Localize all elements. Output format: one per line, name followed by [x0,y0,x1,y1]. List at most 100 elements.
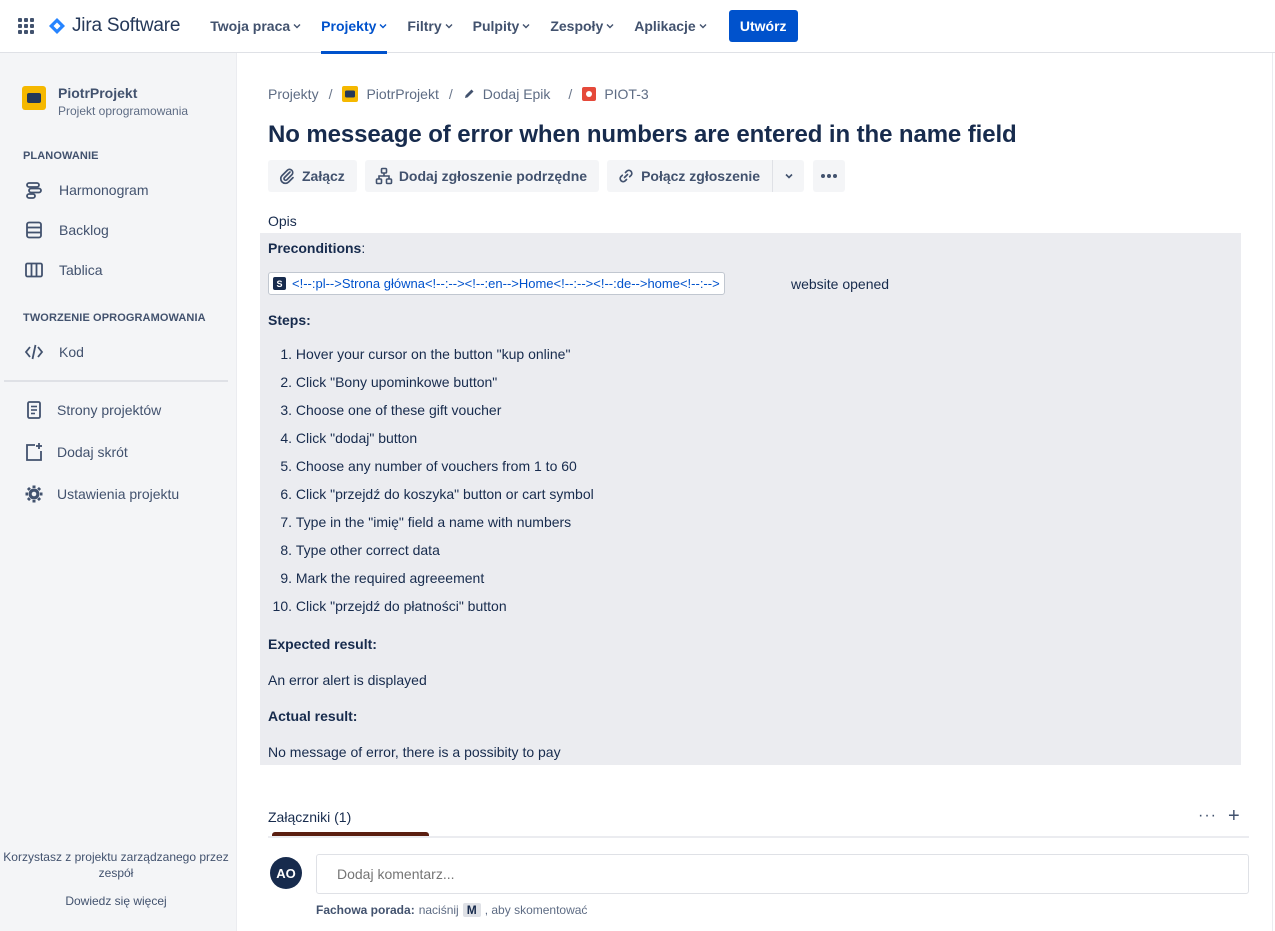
add-attachment-icon[interactable]: + [1228,805,1240,828]
sidebar-item-board[interactable]: Tablica [23,259,103,281]
paperclip-icon [278,167,296,185]
create-button[interactable]: Utwórz [728,10,798,42]
section-dev-heading: TWORZENIE OPROGRAMOWANIA [23,312,206,324]
issue-actions: Załącz Dodaj zgłoszenie podrzędne Połącz… [268,160,853,192]
comment-input[interactable] [316,854,1249,894]
actual-result-heading: Actual result: [268,708,357,724]
pages-icon [23,399,45,421]
step-text: Choose any number of vouchers from 1 to … [295,458,577,474]
breadcrumb-projects[interactable]: Projekty [268,86,319,102]
sidebar-item-project-pages[interactable]: Strony projektów [23,399,161,421]
sidebar-item-roadmap[interactable]: Harmonogram [23,179,148,201]
chevron-down-icon [606,24,614,29]
sidebar-item-code[interactable]: Kod [23,341,84,363]
attach-button[interactable]: Załącz [268,160,357,192]
pro-tip-text: naciśnij [418,903,459,917]
chevron-down-icon [379,24,387,29]
attachment-thumbnail[interactable] [272,832,429,836]
roadmap-icon [23,179,45,201]
smart-link[interactable]: S <!--:pl-->Strona główna<!--:--><!--:en… [268,272,725,295]
nav-projects[interactable]: Projekty [311,0,397,54]
nav-your-work[interactable]: Twoja praca [200,0,311,53]
step-text: Choose one of these gift voucher [295,402,502,418]
jira-logo[interactable]: Jira Software [48,15,180,37]
nav-teams[interactable]: Zespoły [540,0,624,53]
step-number: 2. [280,374,292,390]
breadcrumb-separator: / [568,86,573,102]
project-avatar-icon [342,86,359,102]
issue-title[interactable]: No messeage of error when numbers are en… [268,121,1017,149]
pro-tip-label: Fachowa porada: [316,903,415,917]
chevron-down-icon [522,24,530,29]
preconditions-heading: Preconditions: [268,240,365,256]
more-actions-button[interactable] [813,160,846,192]
step-number: 3. [280,402,292,418]
project-type: Projekt oprogramowania [58,104,189,118]
nav-filters[interactable]: Filtry [397,0,462,53]
step-number: 9. [280,570,292,586]
add-child-issue-button[interactable]: Dodaj zgłoszenie podrzędne [364,160,600,192]
chevron-down-icon [445,24,453,29]
nav-label: Aplikacje [634,18,696,34]
nav-apps[interactable]: Aplikacje [624,0,716,53]
team-managed-note-line: Korzystasz z projektu zarządzanego przez [3,850,229,864]
step-text: Mark the required agreeement [295,570,485,586]
sidebar-item-project-settings[interactable]: Ustawienia projektu [23,483,179,505]
step-text: Click "przejdź do płatności" button [295,598,507,614]
chevron-down-icon [785,173,793,179]
preconditions-label: Preconditions [268,240,362,256]
description-label: Opis [268,213,297,229]
project-sidebar: PiotrProjekt Projekt oprogramowania PLAN… [0,53,237,931]
breadcrumb-project[interactable]: PiotrProjekt [366,86,438,102]
team-managed-note-line: zespół [98,866,134,880]
nav-label: Twoja praca [210,18,291,34]
gear-icon [23,483,45,505]
nav-label: Pulpity [472,18,520,34]
chevron-down-icon [293,24,301,29]
pro-tip: Fachowa porada: naciśnij M , aby skoment… [316,903,587,917]
learn-more-link[interactable]: Dowiedz się więcej [0,893,232,909]
description-body[interactable]: Preconditions: S <!--:pl-->Strona główna… [260,233,1241,765]
product-name: Jira Software [72,15,181,36]
top-navigation: Jira Software Twoja praca Projekty Filtr… [0,0,1275,54]
bug-icon [582,87,597,101]
steps-label: Steps: [268,312,311,328]
expected-result-text: An error alert is displayed [268,672,427,688]
code-icon [23,341,45,363]
list-item: 8. Type other correct data [268,542,594,570]
sidebar-item-label: Ustawienia projektu [57,486,180,502]
more-icon [821,174,838,178]
sidebar-item-add-shortcut[interactable]: Dodaj skrót [23,441,128,463]
step-text: Type other correct data [295,542,440,558]
preconditions-text: website opened [791,276,890,292]
project-avatar [22,86,46,110]
team-managed-note: Korzystasz z projektu zarządzanego przez… [0,849,232,881]
list-item: 2. Click "Bony upominkowe button" [268,374,594,402]
step-text: Hover your cursor on the button "kup onl… [295,346,571,362]
step-text: Click "dodaj" button [295,430,418,446]
project-name: PiotrProjekt [58,85,138,101]
actual-result-text: No message of error, there is a possibit… [268,744,561,760]
step-number: 10. [272,598,292,614]
project-header[interactable]: PiotrProjekt Projekt oprogramowania [22,85,189,118]
add-child-issue-label: Dodaj zgłoszenie podrzędne [398,168,588,184]
list-item: 3. Choose one of these gift voucher [268,402,594,430]
step-text: Type in the "imię" field a name with num… [295,514,572,530]
link-issue-dropdown[interactable] [772,160,805,192]
breadcrumb-epic[interactable]: Dodaj Epik [483,86,551,102]
sidebar-item-label: Harmonogram [59,182,149,198]
breadcrumb-issue[interactable]: PIOT-3 [604,86,648,102]
sidebar-divider [4,380,228,382]
board-icon [23,259,45,281]
attachments-more-icon[interactable]: ··· [1198,807,1217,825]
list-item: 6. Click "przejdź do koszyka" button or … [268,486,594,514]
sidebar-item-label: Tablica [59,262,103,278]
attach-button-label: Załącz [302,168,345,184]
sidebar-item-backlog[interactable]: Backlog [23,219,109,241]
step-number: 5. [280,458,292,474]
shortcut-key: M [462,903,481,917]
link-issue-button[interactable]: Połącz zgłoszenie [607,160,773,192]
app-switcher-icon[interactable] [18,18,34,34]
nav-dashboards[interactable]: Pulpity [463,0,541,53]
step-text: Click "przejdź do koszyka" button or car… [295,486,594,502]
